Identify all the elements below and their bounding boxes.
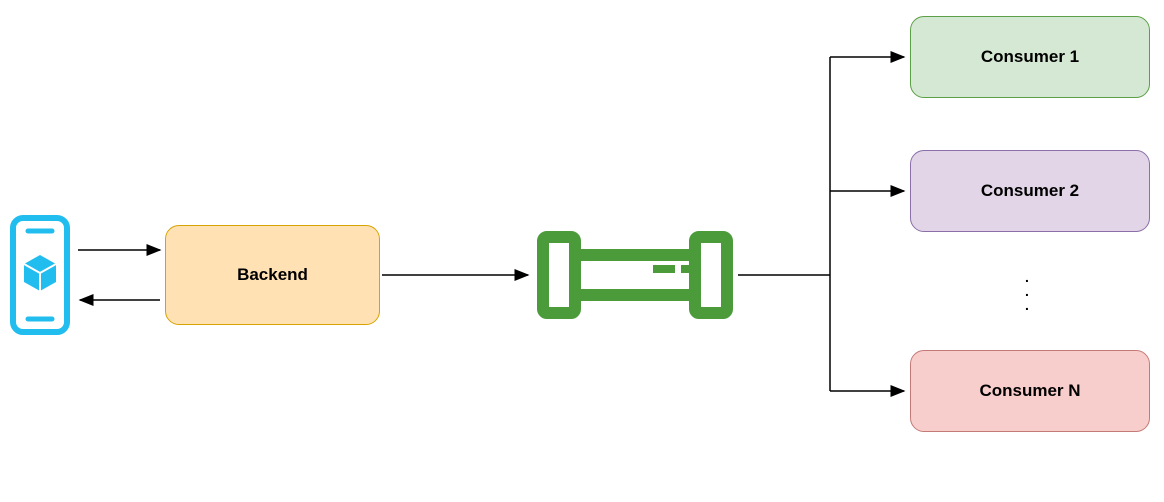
consumer-2-label: Consumer 2: [981, 181, 1079, 201]
consumer-n-node: Consumer N: [910, 350, 1150, 432]
phone-icon: [10, 215, 70, 335]
consumer-1-label: Consumer 1: [981, 47, 1079, 67]
queue-icon: [535, 225, 735, 325]
dot: .: [1025, 298, 1029, 312]
consumer-1-node: Consumer 1: [910, 16, 1150, 98]
diagram-canvas: Backend Consumer 1 Consumer 2 . . .: [0, 0, 1164, 502]
consumer-2-node: Consumer 2: [910, 150, 1150, 232]
consumer-n-label: Consumer N: [979, 381, 1080, 401]
dot: .: [1025, 284, 1029, 298]
ellipsis: . . .: [1025, 270, 1029, 312]
backend-label: Backend: [237, 265, 308, 285]
backend-node: Backend: [165, 225, 380, 325]
dot: .: [1025, 270, 1029, 284]
